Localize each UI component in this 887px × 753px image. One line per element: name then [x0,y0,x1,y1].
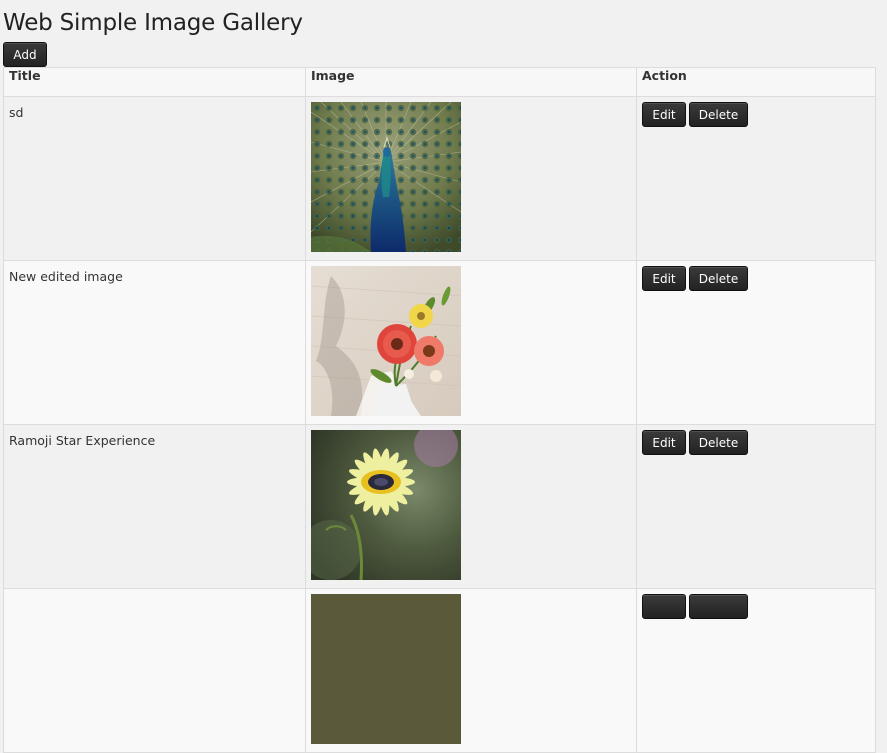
row-image-cell [305,588,637,753]
row-title: sd [3,96,306,261]
row-actions: Edit Delete [636,96,876,261]
peacock-photo[interactable] [311,102,461,252]
yellow-daisy-photo[interactable] [311,430,461,580]
edit-button[interactable]: Edit [642,266,686,291]
table-row [3,588,876,753]
row-title [3,588,306,753]
column-header-title: Title [3,67,306,97]
partial-photo[interactable] [311,594,461,744]
delete-button[interactable]: Delete [689,102,748,127]
delete-button[interactable]: Delete [689,266,748,291]
gallery-table: Title Image Action sd Edit Delete New ed… [3,67,876,753]
row-title: New edited image [3,260,306,425]
delete-button[interactable] [689,594,748,619]
table-row: Ramoji Star Experience Edit Delete [3,424,876,589]
row-image-cell [305,260,637,425]
row-actions: Edit Delete [636,424,876,589]
table-row: New edited image Edit Delete [3,260,876,425]
row-actions: Edit Delete [636,260,876,425]
edit-button[interactable]: Edit [642,430,686,455]
row-actions [636,588,876,753]
page-title: Web Simple Image Gallery [3,10,303,36]
gerbera-bouquet-photo[interactable] [311,266,461,416]
edit-button[interactable]: Edit [642,102,686,127]
row-title: Ramoji Star Experience [3,424,306,589]
table-row: sd Edit Delete [3,96,876,261]
delete-button[interactable]: Delete [689,430,748,455]
row-image-cell [305,96,637,261]
table-header-row: Title Image Action [3,67,876,97]
row-image-cell [305,424,637,589]
column-header-image: Image [305,67,637,97]
column-header-action: Action [636,67,876,97]
edit-button[interactable] [642,594,686,619]
add-button[interactable]: Add [3,42,47,67]
